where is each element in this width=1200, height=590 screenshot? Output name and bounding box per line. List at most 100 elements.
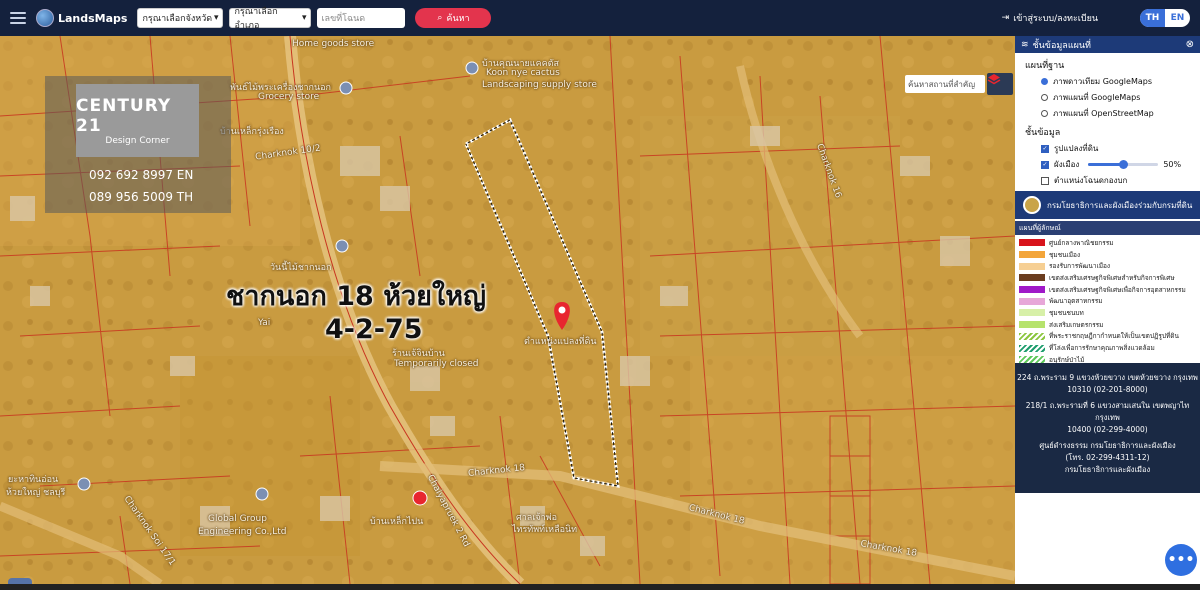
legend-swatch	[1019, 262, 1045, 270]
department-name: กรมโยธาธิการและผังเมืองร่วมกับกรมที่ดิน	[1047, 200, 1193, 210]
lang-en[interactable]: EN	[1165, 9, 1190, 27]
chevron-down-icon: ▾	[301, 13, 307, 23]
map-label: Temporarily closed	[394, 359, 479, 369]
basemap-title: แผนที่ฐาน	[1025, 61, 1065, 71]
address-line: กรมโยธาธิการและผังเมือง	[1064, 465, 1151, 474]
search-button[interactable]: ⌕ ค้นหา	[415, 8, 492, 28]
basemap-option-satellite[interactable]: ภาพดาวเทียม GoogleMaps	[1041, 75, 1190, 88]
radio-selected[interactable]	[1041, 78, 1048, 85]
top-bar: LandsMaps กรุณาเลือกจังหวัด ▾ กรุณาเลือกอ…	[0, 0, 1200, 36]
amphoe-select[interactable]: กรุณาเลือกอำเภอ ▾	[229, 7, 312, 31]
legend-label: ศูนย์กลางพาณิชยกรรม	[1049, 238, 1114, 247]
property-area: 4-2-75	[325, 314, 423, 345]
branch-name: Design Corner	[105, 135, 170, 146]
layer-deed[interactable]: ตำแหน่งโฉนดกองบก	[1041, 174, 1190, 187]
map-label: Landscaping supply store	[482, 80, 597, 90]
map-label: Koon nye cactus	[486, 68, 560, 78]
basemap-label: ภาพดาวเทียม GoogleMaps	[1053, 77, 1152, 86]
map-canvas[interactable]: Home goods store บ้านคุณนายแคคตัส Koon n…	[0, 36, 1015, 584]
legend-swatch	[1019, 309, 1045, 317]
property-title: ชากนอก 18 ห้วยใหญ่	[226, 281, 486, 312]
menu-icon[interactable]	[10, 12, 26, 24]
legend-item: ที่โล่งเพื่อการรักษาคุณภาพสิ่งแวดล้อม	[1015, 342, 1200, 354]
layers-icon: ≋	[1021, 39, 1029, 50]
place-search-placeholder: ค้นหาสถานที่สำคัญ	[908, 79, 976, 89]
checkbox-checked[interactable]: ✓	[1041, 144, 1049, 153]
app-name: LandsMaps	[58, 11, 128, 25]
opacity-slider-knob[interactable]	[1119, 160, 1129, 169]
legend-swatch	[1019, 286, 1045, 294]
legend-item: เขตส่งเสริมเศรษฐกิจพิเศษเพื่อกิจการอุตสา…	[1015, 284, 1200, 296]
basemap-label: ภาพแผนที่ OpenStreetMap	[1053, 109, 1154, 118]
layer-label: ตำแหน่งโฉนดกองบก	[1054, 176, 1128, 185]
map-label: Engineering Co.,Ltd	[198, 527, 287, 537]
globe-icon	[36, 9, 54, 27]
legend-swatch	[1019, 297, 1045, 305]
province-select-value: กรุณาเลือกจังหวัด	[142, 14, 213, 24]
department-seal-icon	[1023, 196, 1041, 214]
basemap-label: ภาพแผนที่ GoogleMaps	[1053, 93, 1141, 102]
login-link[interactable]: ⇥ เข้าสู่ระบบ/ลงทะเบียน	[1002, 11, 1098, 25]
legend-swatch	[1019, 251, 1045, 259]
legend-item: ชุมชนชนบท	[1015, 307, 1200, 319]
legend-label: พัฒนาอุตสาหกรรม	[1049, 297, 1103, 306]
search-button-label: ค้นหา	[446, 14, 470, 24]
panel-header: ≋ ชั้นข้อมูลแผนที่ ⊗	[1015, 36, 1200, 53]
layers-title: ชั้นข้อมูล	[1025, 128, 1061, 138]
checkbox-checked[interactable]: ✓	[1041, 160, 1049, 169]
legend-list: ศูนย์กลางพาณิชยกรรม ชุมชนเมือง รองรับการพั…	[1015, 235, 1200, 368]
legend-item: พัฒนาอุตสาหกรรม	[1015, 295, 1200, 307]
legend-label: เขตส่งเสริมเศรษฐกิจพิเศษสำหรับกิจการพิเศ…	[1049, 273, 1175, 282]
search-icon: ⌕	[437, 13, 443, 23]
opacity-value: 50%	[1163, 160, 1182, 169]
basemap-option-osm[interactable]: ภาพแผนที่ OpenStreetMap	[1041, 107, 1190, 120]
map-label: ห้วยใหญ่ ชลบุรี	[6, 488, 66, 498]
legend-label: ชุมชนชนบท	[1049, 308, 1084, 317]
address-line: 10400 (02-299-4000)	[1067, 425, 1148, 434]
radio[interactable]	[1041, 110, 1048, 117]
map-label: วันนี้ไม้ชากนอก	[270, 263, 332, 273]
map-label: ยะหาทินอ่อน	[8, 475, 59, 485]
address-line: 224 ถ.พระราม 9 แขวงห้วยขวาง เขตห้วยขวาง …	[1017, 373, 1198, 382]
basemap-section: แผนที่ฐาน ภาพดาวเทียม GoogleMaps ภาพแผนท…	[1015, 53, 1200, 187]
bottom-bar	[0, 584, 1200, 590]
layer-parcel[interactable]: ✓ รูปแปลงที่ดิน	[1041, 142, 1190, 155]
legend-swatch	[1019, 274, 1045, 282]
address-line: 218/1 ถ.พระรามที่ 6 แขวงสามเสนใน เขตพญาไ…	[1025, 401, 1190, 422]
legend-item: ศูนย์กลางพาณิชยกรรม	[1015, 237, 1200, 249]
layers-button[interactable]	[987, 73, 1013, 95]
checkbox[interactable]	[1041, 176, 1049, 185]
legend-item: เขตส่งเสริมเศรษฐกิจพิเศษสำหรับกิจการพิเศ…	[1015, 272, 1200, 284]
agent-card: CENTURY 21 Design Corner 092 692 8997 EN…	[45, 76, 231, 213]
legend-label: ที่โล่งเพื่อการรักษาคุณภาพสิ่งแวดล้อม	[1049, 344, 1155, 353]
place-search-input[interactable]: ค้นหาสถานที่สำคัญ	[905, 75, 985, 93]
basemap-option-googlemap[interactable]: ภาพแผนที่ GoogleMaps	[1041, 91, 1190, 104]
address-line: 10310 (02-201-8000)	[1067, 385, 1148, 394]
opacity-slider[interactable]	[1088, 160, 1159, 169]
more-options-button[interactable]: •••	[1165, 544, 1197, 576]
brand-name: CENTURY 21	[76, 95, 172, 136]
legend-swatch	[1019, 239, 1045, 247]
address-text: 224 ถ.พระราม 9 แขวงห้วยขวาง เขตห้วยขวาง …	[1015, 372, 1200, 476]
close-icon[interactable]: ⊗	[1186, 39, 1194, 50]
legend-label: ชุมชนเมือง	[1049, 250, 1081, 259]
app-logo[interactable]: LandsMaps	[36, 9, 127, 27]
opacity-slider-fill	[1088, 163, 1124, 166]
language-toggle[interactable]: TH EN	[1140, 9, 1190, 27]
province-select[interactable]: กรุณาเลือกจังหวัด ▾	[137, 8, 224, 28]
department-banner: กรมโยธาธิการและผังเมืองร่วมกับกรมที่ดิน	[1015, 191, 1200, 219]
layer-cityplan[interactable]: ✓ ผังเมือง 50%	[1041, 158, 1190, 171]
legend-label: เขตส่งเสริมเศรษฐกิจพิเศษเพื่อกิจการอุตสา…	[1049, 285, 1186, 294]
more-icon: •••	[1167, 552, 1195, 568]
login-label: เข้าสู่ระบบ/ลงทะเบียน	[1013, 14, 1098, 24]
legend-swatch	[1019, 321, 1045, 329]
map-label: Yai	[258, 318, 271, 328]
legend-item: ชุมชนเมือง	[1015, 249, 1200, 261]
lang-th[interactable]: TH	[1140, 9, 1165, 27]
address-line: ศูนย์ดำรงธรรม กรมโยธาธิการและผังเมือง	[1039, 441, 1176, 450]
legend-label: ที่พระราชกฤษฎีกากำหนดให้เป็นเขตปฏิรูปที่…	[1049, 332, 1179, 341]
legend-swatch	[1019, 344, 1045, 352]
amphoe-select-value: กรุณาเลือกอำเภอ	[234, 7, 278, 31]
parcel-number-input[interactable]: เลขที่โฉนด	[317, 8, 406, 28]
radio[interactable]	[1041, 94, 1048, 101]
